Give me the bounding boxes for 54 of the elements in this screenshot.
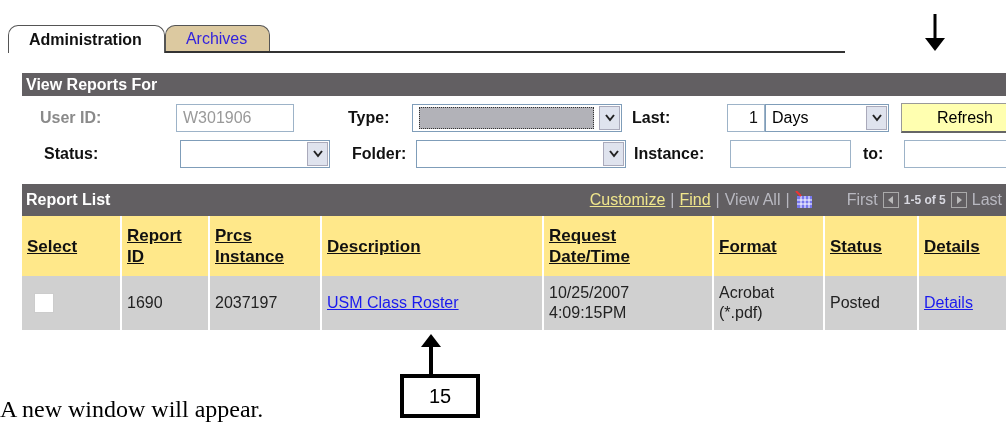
table-cell: Posted [823, 276, 917, 330]
column-header[interactable]: Prcs Instance [208, 216, 320, 276]
separator: | [670, 191, 675, 209]
separator: | [715, 191, 720, 209]
column-header[interactable]: Status [823, 216, 917, 276]
select-field[interactable] [412, 104, 622, 132]
dropdown-button[interactable] [307, 142, 328, 166]
arrow-up-drawing [420, 333, 442, 375]
input-field[interactable] [904, 140, 1006, 168]
column-header[interactable]: Request Date/Time [542, 216, 712, 276]
field-label: Folder: [352, 145, 408, 163]
dropdown-button[interactable] [599, 106, 620, 130]
callout-number: 15 [400, 374, 480, 418]
select-field[interactable]: Days [765, 104, 889, 132]
section-title: Report List [26, 191, 111, 209]
table-cell: 10/25/2007 4:09:15PM [542, 276, 712, 330]
table-cell: Acrobat (*.pdf) [712, 276, 823, 330]
arrow-down-drawing [924, 14, 946, 52]
section-header: View Reports For [22, 73, 1006, 96]
field-label: Instance: [634, 145, 706, 163]
field-label: Type: [348, 109, 391, 127]
column-header[interactable]: Format [712, 216, 823, 276]
input-field[interactable]: 1 [727, 104, 765, 132]
toolbar-link[interactable]: Find [679, 191, 711, 209]
select-field[interactable] [180, 140, 330, 168]
chevron-down-icon [604, 114, 615, 122]
field-label: User ID: [39, 109, 103, 127]
field-label: Status: [43, 145, 100, 163]
dropdown-button[interactable] [866, 106, 887, 130]
grid-icon[interactable] [794, 191, 813, 209]
refresh-button[interactable]: Refresh [901, 103, 1006, 133]
field-label: Last: [632, 109, 672, 127]
table-cell: 1690 [120, 276, 208, 330]
next-icon[interactable] [950, 192, 967, 208]
table-cell: 2037197 [208, 276, 320, 330]
column-header[interactable]: Details [917, 216, 1006, 276]
separator: | [785, 191, 790, 209]
page-range: 1-5 of 5 [903, 193, 946, 207]
input-field[interactable] [730, 140, 851, 168]
select-field[interactable] [416, 140, 626, 168]
field-label: to: [863, 145, 885, 163]
column-header[interactable]: Description [320, 216, 542, 276]
tab[interactable]: Administration [8, 25, 165, 53]
caption-text: A new window will appear. [0, 396, 264, 423]
previous-icon[interactable] [882, 192, 899, 208]
dropdown-button[interactable] [603, 142, 624, 166]
tab[interactable]: Archives [164, 25, 271, 51]
chevron-down-icon [608, 150, 619, 158]
checkbox[interactable] [34, 293, 54, 313]
chevron-down-icon [871, 114, 882, 122]
toolbar-link[interactable]: Customize [589, 191, 666, 209]
column-header[interactable]: Select [22, 216, 120, 276]
column-header[interactable]: Report ID [120, 216, 208, 276]
chevron-down-icon [312, 150, 323, 158]
